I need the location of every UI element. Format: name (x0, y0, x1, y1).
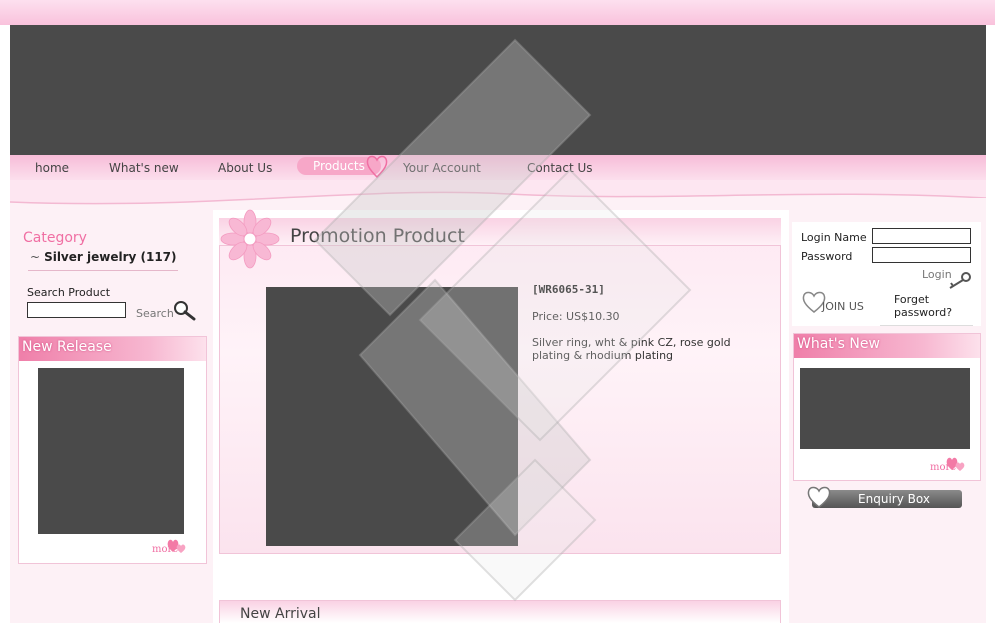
heart-outline-icon (807, 486, 831, 508)
divider (880, 325, 973, 326)
magnifier-icon[interactable] (171, 300, 197, 322)
password-input[interactable] (872, 247, 971, 263)
password-label: Password (801, 250, 853, 263)
whats-new-title: What's New (797, 336, 880, 352)
whats-new-product-image[interactable] (800, 368, 970, 449)
search-button[interactable]: Search (136, 307, 174, 320)
promotion-product-image[interactable] (266, 287, 518, 546)
heart-icon (366, 155, 388, 179)
category-bullet: ~ (30, 250, 41, 264)
new-release-product-image[interactable] (38, 368, 184, 534)
product-description: Silver ring, wht & pink CZ, rose gold pl… (532, 336, 731, 362)
join-us-link[interactable]: JOIN US (822, 300, 864, 313)
category-item-silver-jewelry[interactable]: ~ Silver jewelry (117) (30, 250, 177, 264)
product-code[interactable]: [WR6065-31] (532, 283, 605, 296)
product-price: Price: US$10.30 (532, 310, 620, 323)
nav-home[interactable]: home (35, 161, 69, 175)
new-arrival-title: New Arrival (240, 606, 321, 622)
nav-your-account[interactable]: Your Account (403, 161, 481, 175)
new-release-header: New Release (19, 337, 206, 361)
login-name-label: Login Name (801, 231, 867, 244)
flower-icon (220, 209, 280, 269)
enquiry-box-button[interactable]: Enquiry Box (812, 490, 962, 508)
divider (28, 270, 178, 271)
new-release-box: New Release more (18, 336, 207, 564)
category-title: Category (23, 230, 87, 246)
whats-new-header: What's New (794, 334, 980, 358)
nav-whats-new[interactable]: What's new (109, 161, 179, 175)
key-icon[interactable] (946, 272, 972, 290)
header-banner-image (10, 25, 986, 155)
nav-about-us[interactable]: About Us (218, 161, 272, 175)
whats-new-box: What's New more (793, 333, 981, 481)
category-item-label: Silver jewelry (117) (44, 250, 177, 264)
promotion-title: Promotion Product (290, 225, 465, 247)
enquiry-box-label: Enquiry Box (858, 492, 930, 506)
hearts-icon (946, 457, 965, 471)
login-name-input[interactable] (872, 228, 971, 244)
forget-password-link[interactable]: Forget password? (894, 293, 974, 319)
new-release-title: New Release (22, 339, 112, 355)
hearts-icon (167, 539, 186, 553)
nav-contact-us[interactable]: Contact Us (527, 161, 593, 175)
top-strip (0, 0, 995, 25)
search-input[interactable] (27, 302, 126, 318)
search-product-label: Search Product (27, 286, 111, 299)
